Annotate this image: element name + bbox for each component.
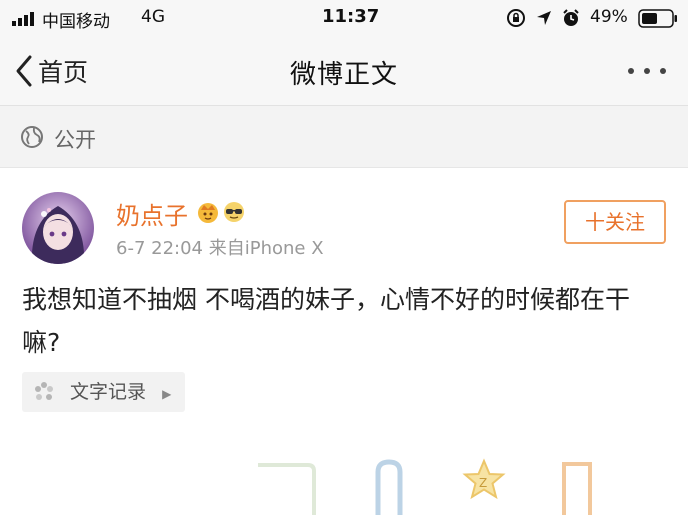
triangle-right-icon: ▶ <box>162 387 172 401</box>
battery-percent: 49% <box>590 7 628 27</box>
status-bar: 中国移动 4G 11:37 49% <box>0 0 688 36</box>
carrier-name: 中国移动 <box>42 12 110 32</box>
visibility-label: 公开 <box>54 128 96 152</box>
pinwheel-icon <box>35 382 53 400</box>
author-name[interactable]: 奶点子 <box>116 196 188 231</box>
avatar[interactable] <box>22 192 94 264</box>
paperclip-icon <box>375 459 403 515</box>
svg-text:Z: Z <box>479 476 487 490</box>
crown-badge-icon <box>198 203 218 223</box>
bracket-icon <box>258 463 316 515</box>
nav-bar: 首页 微博正文 <box>0 36 688 106</box>
post-text: 我想知道不抽烟 不喝酒的妹子，心情不好的时候都在干嘛? <box>22 285 630 357</box>
sunglasses-badge-icon <box>224 202 244 222</box>
topic-tag-label: 文字记录 <box>70 381 147 403</box>
star-icon: Z <box>462 458 506 500</box>
visibility-row: 公开 <box>0 106 688 168</box>
topic-tag[interactable]: 文字记录 ▶ <box>22 372 186 412</box>
post-card: 奶点子 6-7 22:04 来自iPhone X 十关注 我想知道不抽烟 不喝酒… <box>0 168 688 515</box>
location-icon <box>537 11 551 25</box>
follow-button[interactable]: 十关注 <box>564 200 666 244</box>
post-meta: 6-7 22:04 来自iPhone X <box>116 238 324 259</box>
alarm-icon <box>563 9 579 26</box>
network-type: 4G <box>141 7 165 27</box>
rotation-lock-icon <box>507 9 525 27</box>
more-dots-icon[interactable] <box>624 56 670 86</box>
signal-icon <box>12 12 34 26</box>
status-time: 11:37 <box>322 6 380 27</box>
rectangle-icon <box>562 462 592 515</box>
battery-icon <box>638 9 677 28</box>
globe-icon <box>21 126 43 148</box>
page-title: 微博正文 <box>289 60 398 90</box>
